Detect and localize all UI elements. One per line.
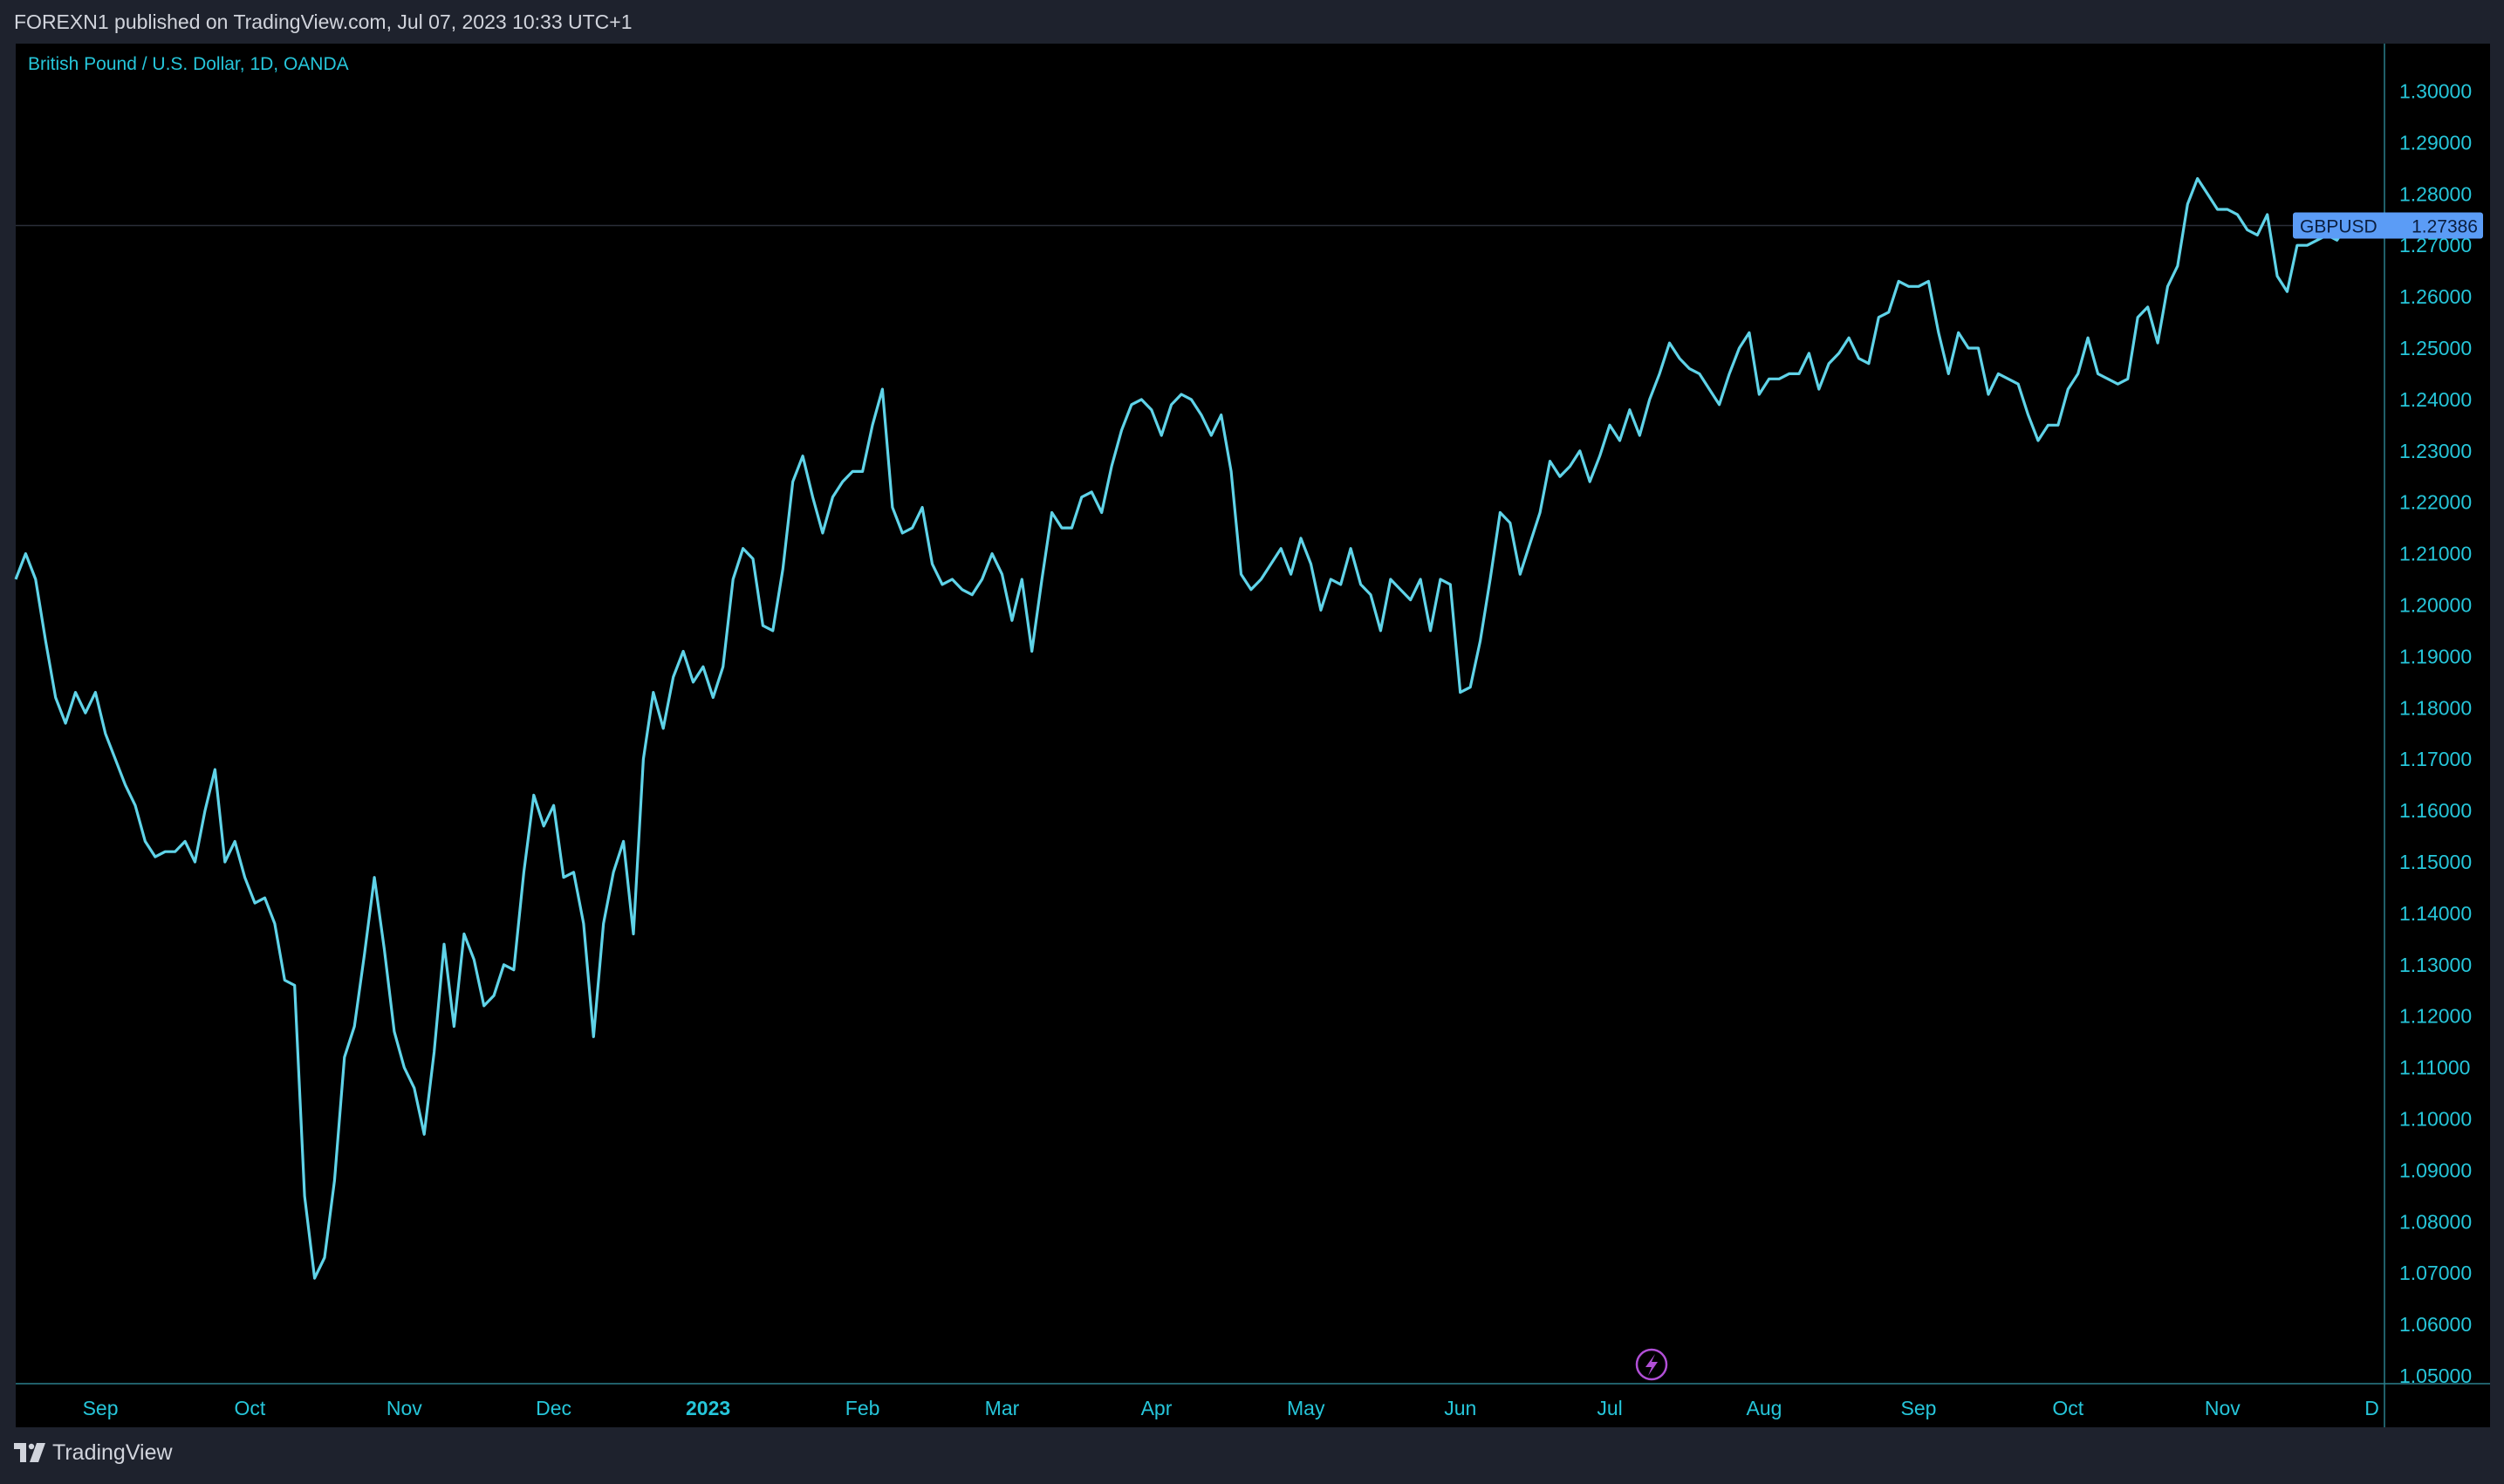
y-tick-label: 1.15000 <box>2399 851 2472 873</box>
x-tick-label: Sep <box>83 1397 119 1419</box>
y-tick-label: 1.25000 <box>2399 337 2472 359</box>
y-tick-label: 1.23000 <box>2399 440 2472 462</box>
x-tick-label: Nov <box>387 1397 422 1419</box>
x-tick-label: Jul <box>1597 1397 1622 1419</box>
y-tick-label: 1.24000 <box>2399 388 2472 411</box>
x-axis: Sep Oct Nov Dec 2023 Feb Mar Apr May Jun Jul Aug Sep… <box>83 1397 2379 1419</box>
brand-name[interactable]: TradingView <box>52 1440 173 1466</box>
y-tick-label: 1.08000 <box>2399 1210 2472 1233</box>
x-tick-label: Sep <box>1901 1397 1937 1419</box>
y-tick-label: 1.14000 <box>2399 902 2472 925</box>
y-tick-label: 1.20000 <box>2399 594 2472 617</box>
y-tick-label: 1.12000 <box>2399 1005 2472 1028</box>
y-tick-label: 1.18000 <box>2399 696 2472 719</box>
y-tick-label: 1.29000 <box>2399 131 2472 154</box>
y-tick-label: 1.05000 <box>2399 1364 2472 1387</box>
price-line <box>14 177 2357 1280</box>
y-tick-label: 1.26000 <box>2399 285 2472 308</box>
x-tick-label: Oct <box>2052 1397 2083 1419</box>
y-tick-label: 1.06000 <box>2399 1313 2472 1336</box>
x-tick-label: May <box>1287 1397 1325 1419</box>
y-tick-label: 1.09000 <box>2399 1159 2472 1181</box>
y-axis: 1.300001.290001.280001.270001.260001.250… <box>2399 80 2472 1388</box>
y-tick-label: 1.28000 <box>2399 182 2472 205</box>
y-tick-label: 1.07000 <box>2399 1262 2472 1284</box>
y-tick-label: 1.10000 <box>2399 1108 2472 1131</box>
price-badge-ticker: GBPUSD <box>2300 216 2377 236</box>
x-tick-label: Feb <box>845 1397 880 1419</box>
y-tick-label: 1.21000 <box>2399 543 2472 565</box>
y-tick-label: 1.19000 <box>2399 645 2472 667</box>
y-tick-label: 1.17000 <box>2399 748 2472 770</box>
x-tick-label: Jun <box>1444 1397 1476 1419</box>
x-tick-label: 2023 <box>686 1397 730 1419</box>
y-tick-label: 1.11000 <box>2399 1057 2470 1079</box>
y-tick-label: 1.13000 <box>2399 954 2472 976</box>
chart-svg[interactable]: 1.300001.290001.280001.270001.260001.250… <box>0 0 2504 1484</box>
x-tick-label: Oct <box>234 1397 265 1419</box>
footer: TradingView <box>0 1427 2504 1484</box>
price-badge-price: 1.27386 <box>2412 216 2478 236</box>
x-tick-label: Apr <box>1141 1397 1173 1419</box>
y-tick-label: 1.16000 <box>2399 799 2472 822</box>
x-tick-label: D <box>2364 1397 2379 1419</box>
flash-icon[interactable] <box>1635 1348 1668 1381</box>
y-tick-label: 1.22000 <box>2399 491 2472 514</box>
tradingview-logo-icon[interactable] <box>14 1443 47 1462</box>
x-tick-label: Aug <box>1747 1397 1782 1419</box>
x-tick-label: Mar <box>985 1397 1020 1419</box>
x-tick-label: Nov <box>2205 1397 2241 1419</box>
x-tick-label: Dec <box>536 1397 571 1419</box>
symbol-title[interactable]: British Pound / U.S. Dollar, 1D, OANDA <box>28 54 349 75</box>
y-tick-label: 1.30000 <box>2399 80 2472 103</box>
